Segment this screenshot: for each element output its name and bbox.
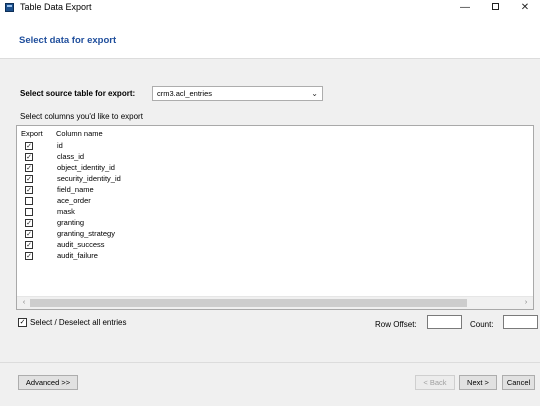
column-name: id [57, 141, 63, 150]
list-item[interactable]: ✓ audit_success [17, 240, 533, 251]
list-item[interactable]: ✓ security_identity_id [17, 174, 533, 185]
select-all-checkbox[interactable]: ✓ [18, 318, 27, 327]
export-checkbox[interactable]: ✓ [25, 164, 33, 172]
column-name: object_identity_id [57, 163, 115, 172]
list-item[interactable]: ace_order [17, 196, 533, 207]
source-table-label: Select source table for export: [20, 89, 136, 98]
scroll-left-icon[interactable]: ‹ [19, 298, 29, 308]
chevron-down-icon: ⌄ [311, 89, 318, 98]
footer-divider [0, 362, 540, 363]
column-name: granting_strategy [57, 229, 115, 238]
wizard-header: Select data for export [0, 15, 540, 58]
list-item[interactable]: ✓ audit_failure [17, 251, 533, 262]
select-all-label[interactable]: Select / Deselect all entries [30, 318, 127, 327]
list-item[interactable]: ✓ granting [17, 218, 533, 229]
count-input[interactable] [503, 315, 538, 329]
source-table-select[interactable]: crm3.acl_entries ⌄ [152, 86, 323, 101]
export-checkbox[interactable]: ✓ [25, 186, 33, 194]
columns-prompt: Select columns you'd like to export [20, 112, 143, 121]
column-name: security_identity_id [57, 174, 121, 183]
count-label: Count: [470, 320, 494, 329]
column-name: audit_failure [57, 251, 98, 260]
export-checkbox[interactable]: ✓ [25, 219, 33, 227]
list-item[interactable]: ✓ id [17, 141, 533, 152]
back-button[interactable]: < Back [415, 375, 455, 390]
export-checkbox[interactable]: ✓ [25, 230, 33, 238]
list-item[interactable]: ✓ granting_strategy [17, 229, 533, 240]
window-title: Table Data Export [20, 2, 92, 12]
scroll-right-icon[interactable]: › [521, 298, 531, 308]
horizontal-scrollbar[interactable]: ‹ › [17, 296, 533, 309]
page-title: Select data for export [19, 35, 117, 46]
column-name: class_id [57, 152, 85, 161]
next-button[interactable]: Next > [459, 375, 497, 390]
list-item[interactable]: ✓ class_id [17, 152, 533, 163]
maximize-icon [491, 2, 499, 10]
export-checkbox[interactable]: ✓ [25, 252, 33, 260]
column-name: field_name [57, 185, 94, 194]
column-name: granting [57, 218, 85, 227]
minimize-button[interactable]: — [450, 0, 480, 15]
close-icon: ✕ [520, 2, 530, 13]
source-table-value: crm3.acl_entries [157, 89, 213, 98]
column-name: audit_success [57, 240, 105, 249]
export-checkbox[interactable] [25, 208, 33, 216]
export-checkbox[interactable]: ✓ [25, 241, 33, 249]
export-checkbox[interactable] [25, 197, 33, 205]
maximize-button[interactable] [480, 0, 510, 15]
header-divider [0, 58, 540, 59]
column-name-header: Column name [56, 129, 103, 138]
list-item[interactable]: mask [17, 207, 533, 218]
list-item[interactable]: ✓ object_identity_id [17, 163, 533, 174]
export-checkbox[interactable]: ✓ [25, 153, 33, 161]
column-name: mask [57, 207, 75, 216]
export-column-header: Export [21, 129, 43, 138]
app-icon [5, 3, 14, 12]
close-button[interactable]: ✕ [510, 0, 540, 15]
minimize-icon: — [460, 2, 470, 13]
cancel-button[interactable]: Cancel [502, 375, 535, 390]
advanced-button[interactable]: Advanced >> [18, 375, 78, 390]
export-checkbox[interactable]: ✓ [25, 142, 33, 150]
columns-list[interactable]: Export Column name ✓ id ✓ class_id ✓ object_i… [16, 125, 534, 310]
row-offset-input[interactable] [427, 315, 462, 329]
list-item[interactable]: ✓ field_name [17, 185, 533, 196]
column-name: ace_order [57, 196, 91, 205]
scrollbar-thumb[interactable] [30, 299, 467, 307]
export-checkbox[interactable]: ✓ [25, 175, 33, 183]
row-offset-label: Row Offset: [375, 320, 417, 329]
title-bar: Table Data Export — ✕ [0, 0, 540, 15]
